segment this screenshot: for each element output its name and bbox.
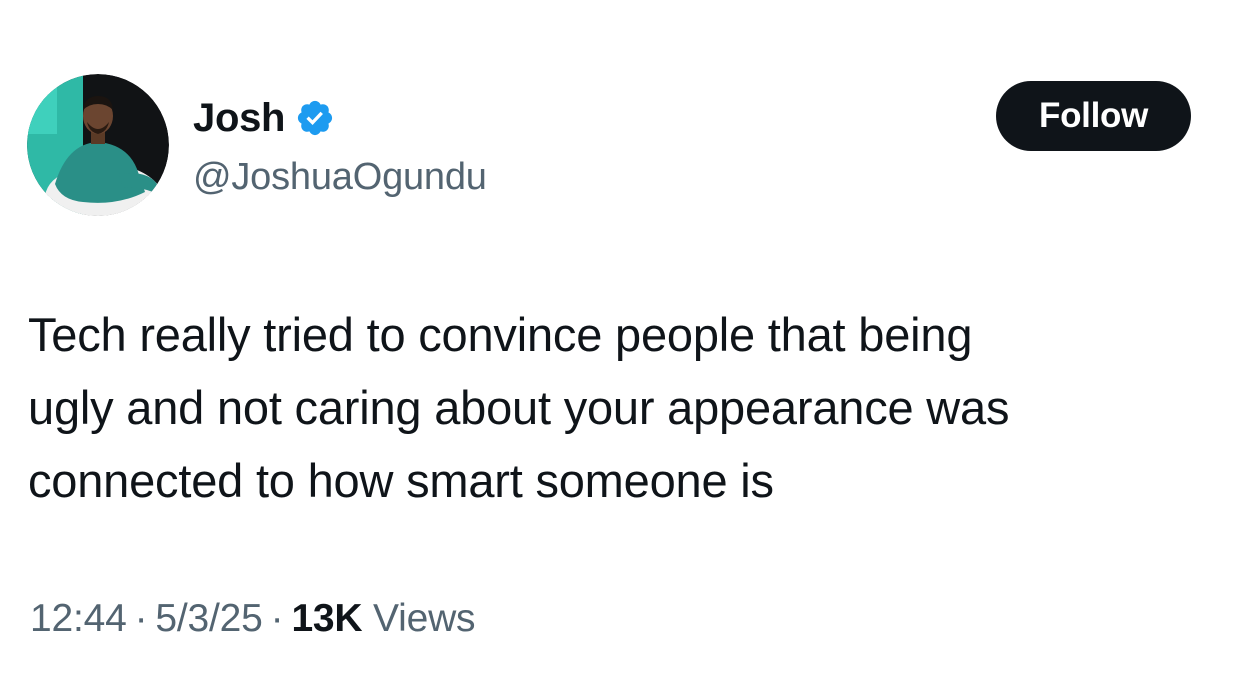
views-label: Views — [373, 597, 476, 640]
tweet-meta: 12:44 · 5/3/25 · 13K Views — [30, 594, 476, 644]
avatar[interactable] — [27, 74, 169, 216]
meta-separator: · — [134, 597, 148, 640]
tweet-time[interactable]: 12:44 — [30, 597, 127, 640]
verified-badge-icon[interactable] — [295, 98, 335, 138]
avatar-image — [27, 74, 169, 216]
author-handle[interactable]: @JoshuaOgundu — [193, 153, 487, 201]
tweet-text-line: Tech really tried to convince people tha… — [28, 308, 973, 361]
author-display-name[interactable]: Josh — [193, 93, 285, 143]
author-name-row[interactable]: Josh — [193, 93, 335, 143]
tweet-text-line: ugly and not caring about your appearanc… — [28, 381, 1010, 434]
tweet-date[interactable]: 5/3/25 — [155, 597, 262, 640]
tweet-text-line: connected to how smart someone is — [28, 454, 774, 507]
meta-separator: · — [270, 597, 284, 640]
views-count: 13K — [291, 597, 363, 640]
follow-button[interactable]: Follow — [996, 81, 1191, 151]
tweet-text: Tech really tried to convince people tha… — [28, 298, 1218, 517]
